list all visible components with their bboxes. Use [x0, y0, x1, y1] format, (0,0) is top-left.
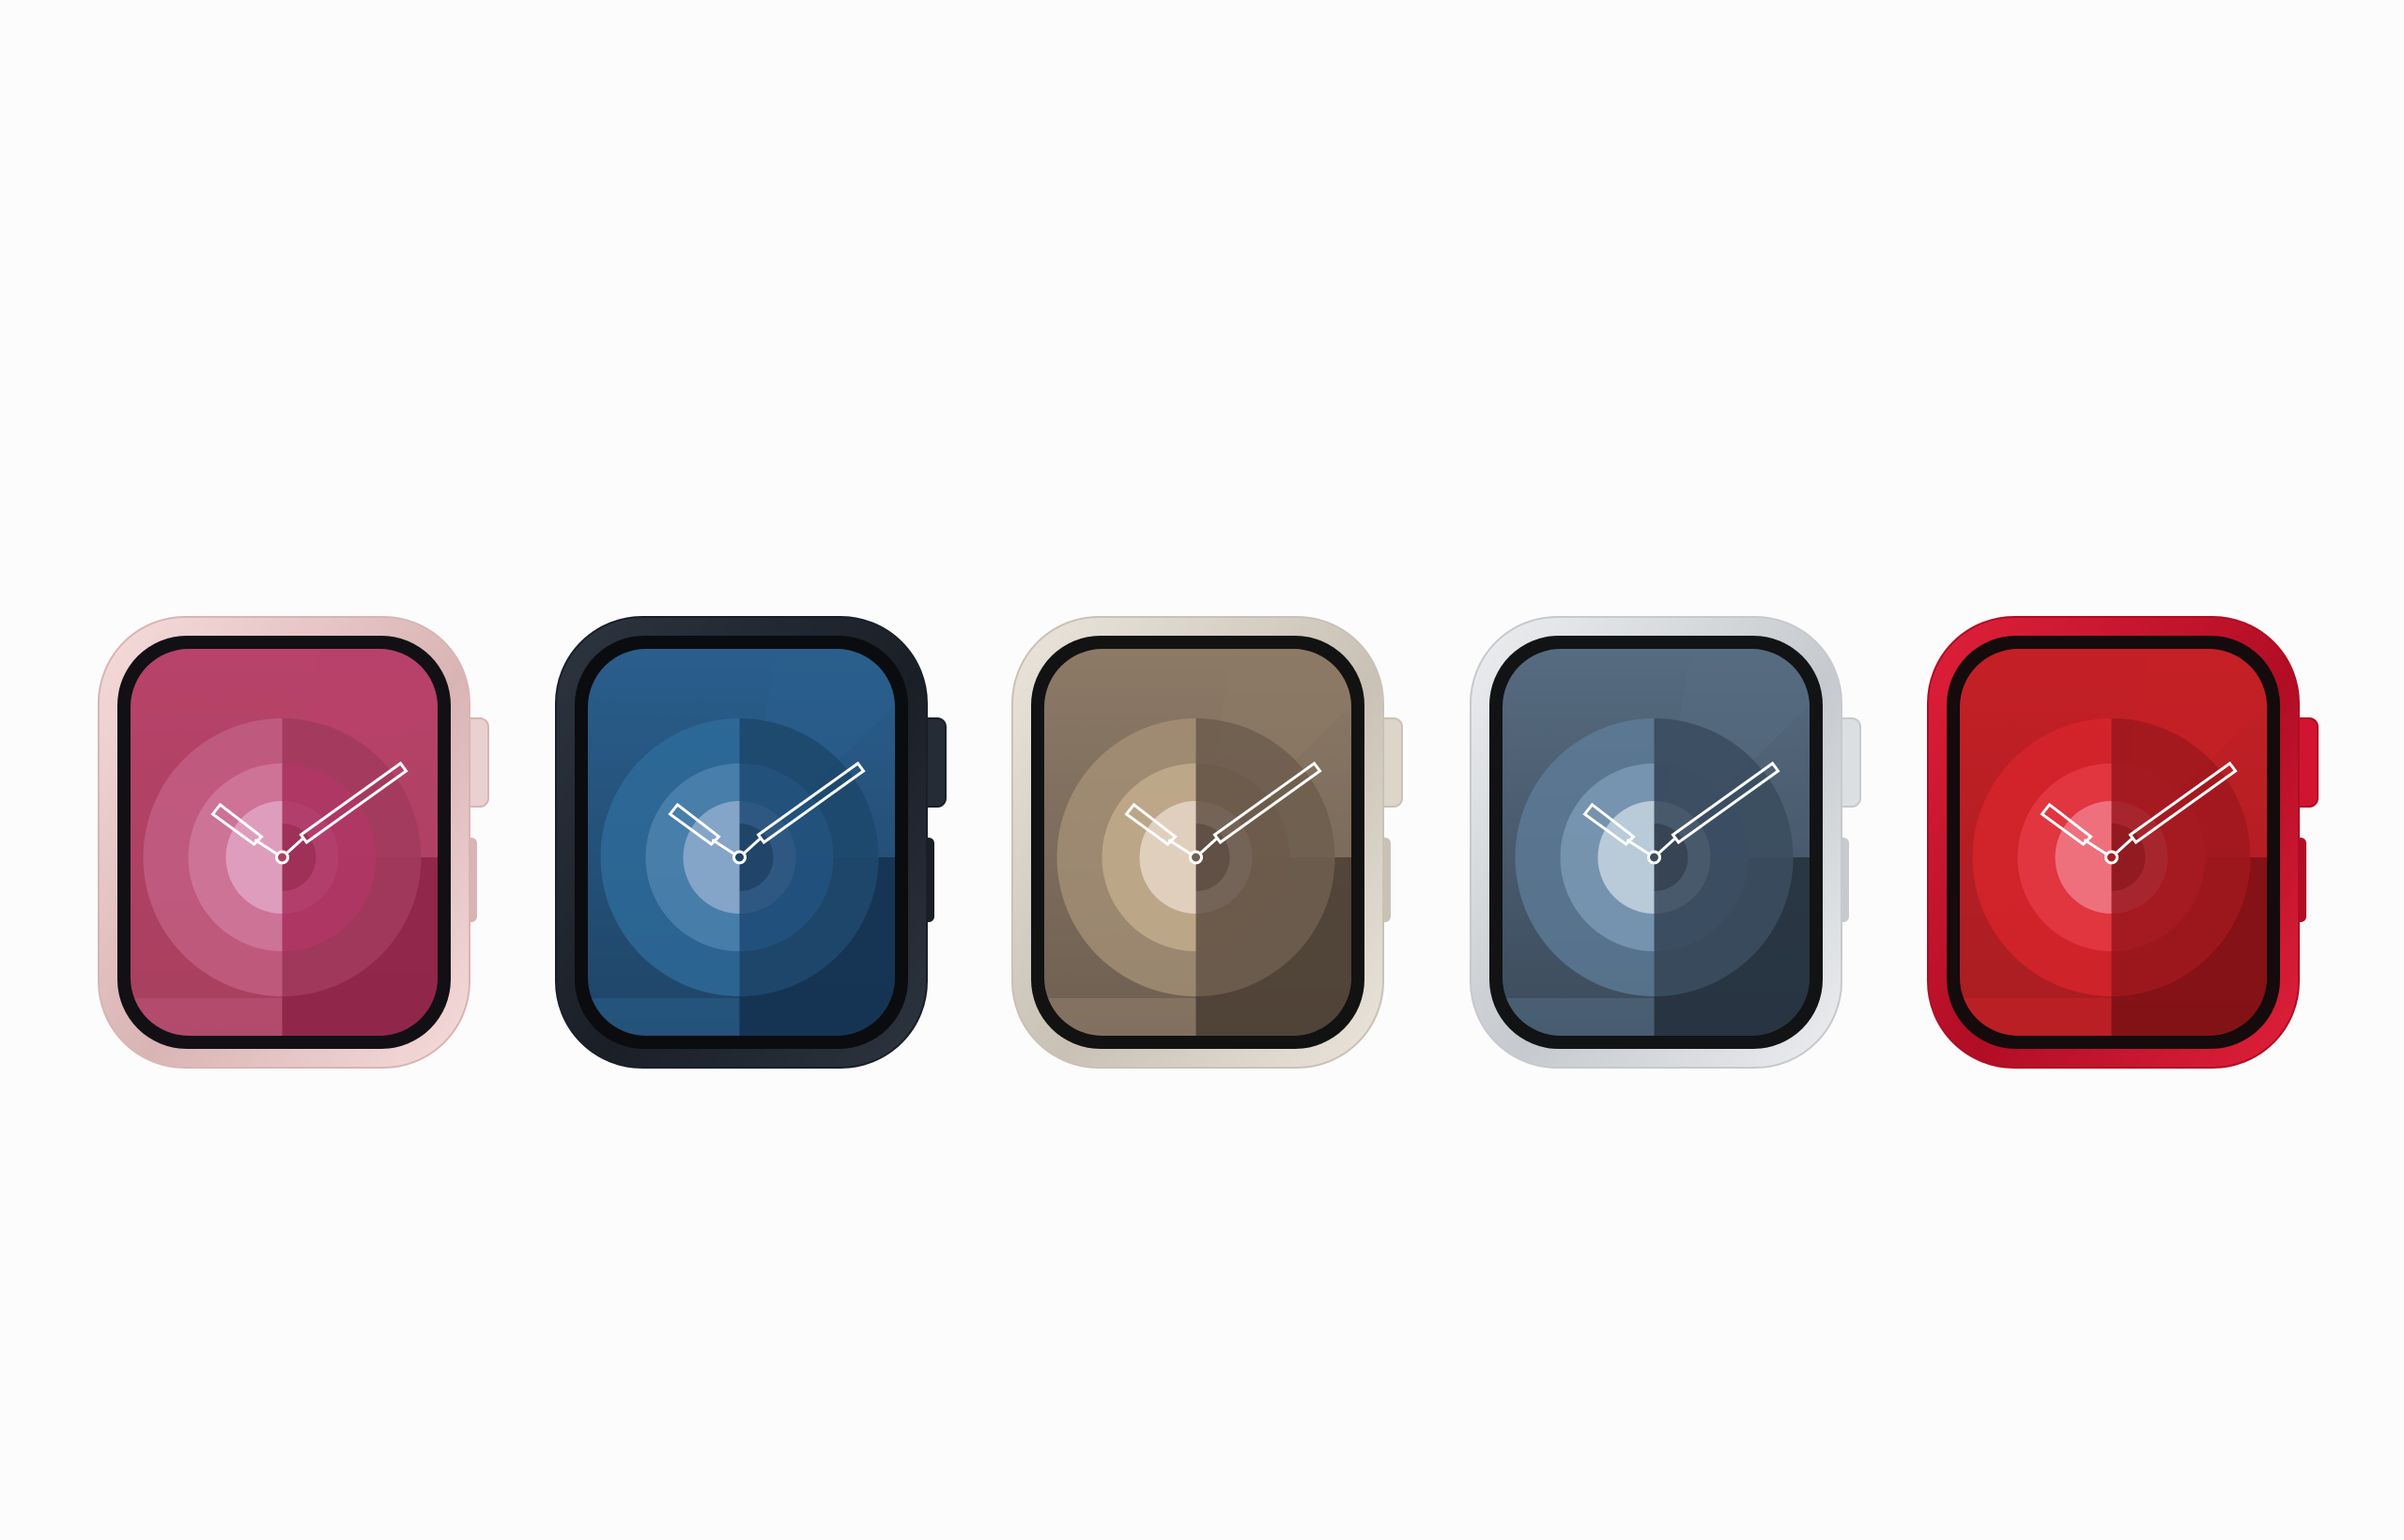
watch-starlight: [1011, 616, 1403, 1069]
hand-pivot: [275, 850, 289, 865]
watch-face: [588, 649, 895, 1036]
watch-face: [1044, 649, 1351, 1036]
watch-midnight: [555, 616, 947, 1069]
hand-pivot: [732, 850, 747, 865]
watch-lineup: [98, 616, 2319, 1069]
hand-pivot: [1647, 850, 1661, 865]
hand-pivot: [1189, 850, 1203, 865]
product-lineup: [0, 0, 2404, 1540]
watch-red: [1927, 616, 2319, 1069]
watch-pink: [98, 616, 489, 1069]
watch-face: [131, 649, 438, 1036]
watch-silver: [1470, 616, 1861, 1069]
watch-face: [1960, 649, 2267, 1036]
watch-face: [1502, 649, 1810, 1036]
hand-pivot: [2104, 850, 2119, 865]
